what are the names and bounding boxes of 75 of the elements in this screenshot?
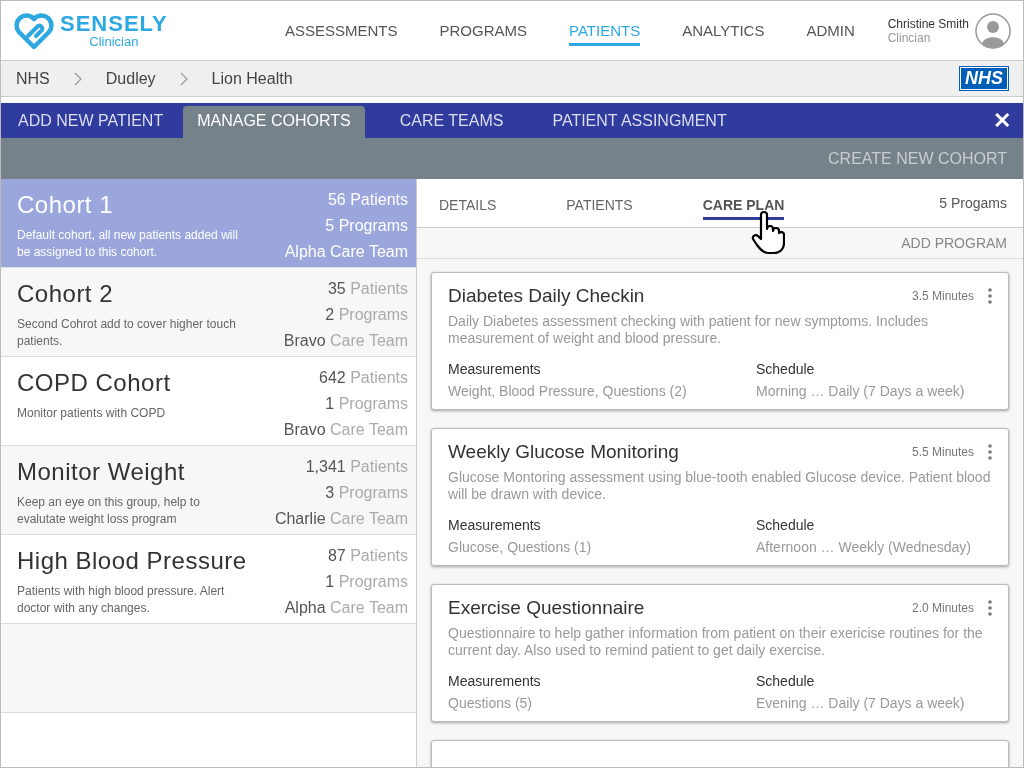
cohort-name: Cohort 2 — [17, 280, 115, 308]
more-options-icon[interactable] — [988, 600, 992, 616]
schedule-label: Schedule — [756, 517, 816, 533]
more-options-icon[interactable] — [988, 444, 992, 460]
program-description: Glucose Montoring assessment using blue-tooth enabled Glucose device. Patient blood will be drawn with device. — [448, 469, 992, 503]
measurements-label: Measurements — [448, 361, 542, 377]
patient-count: 56 Patients — [327, 190, 408, 210]
program-description: Questionnaire to help gather information from patient on their exericise routines for the current day. Also used to remind patient to get daily exercise. — [448, 625, 984, 659]
measurements-value: Weight, Blood Pressure, Questions (2) — [448, 383, 688, 399]
measurements-value: Questions (5) — [448, 695, 534, 711]
schedule-label: Schedule — [756, 673, 816, 689]
section-tab[interactable]: MANAGE COHORTS — [183, 106, 365, 138]
program-count: 5 Progams — [939, 195, 1007, 211]
more-options-icon[interactable] — [988, 288, 992, 304]
cohort-name: High Blood Pressure — [17, 547, 248, 575]
brand-subtitle: Clinician — [89, 34, 139, 49]
program-title: Weekly Glucose Monitoring — [448, 441, 679, 463]
detail-tab[interactable]: PATIENTS — [566, 192, 633, 220]
brand-name: SENSELY — [60, 12, 168, 35]
patient-count: 1,341 Patients — [305, 457, 408, 477]
program-count: 3 Programs — [325, 483, 408, 503]
program-duration: 5.5 Minutes — [911, 445, 974, 459]
care-team-name: Charlie Care Team — [274, 509, 408, 529]
program-duration: 2.0 Minutes — [911, 601, 974, 615]
schedule-value: Morning … Daily (7 Days a week) — [756, 383, 966, 399]
section-tab[interactable]: ADD NEW PATIENT — [4, 106, 178, 138]
chevron-right-icon — [179, 71, 188, 86]
patient-count: 642 Patients — [319, 368, 408, 388]
organization-badge: NHS — [960, 67, 1008, 90]
cohort-name: Cohort 1 — [17, 191, 115, 219]
avatar-icon[interactable] — [975, 12, 1011, 49]
schedule-value: Afternoon … Weekly (Wednesday) — [756, 539, 973, 555]
nav-link[interactable]: ADMIN — [806, 15, 855, 46]
program-count: 1 Programs — [325, 572, 408, 592]
detail-tab[interactable]: DETAILS — [439, 192, 497, 220]
measurements-label: Measurements — [448, 673, 542, 689]
breadcrumb-link[interactable]: NHS — [16, 69, 50, 88]
heart-logo-icon — [14, 10, 54, 51]
program-title: Diabetes Daily Checkin — [448, 285, 645, 307]
cohort-name: COPD Cohort — [17, 369, 172, 397]
breadcrumb-link[interactable]: Lion Health — [211, 69, 293, 88]
patient-count: 35 Patients — [327, 279, 408, 299]
program-count: 2 Programs — [325, 305, 408, 325]
cohort-description: Monitor patients with COPD — [17, 405, 167, 422]
cohort-name: Monitor Weight — [17, 458, 186, 486]
care-team-name: Alpha Care Team — [284, 598, 408, 618]
schedule-label: Schedule — [756, 361, 816, 377]
program-duration: 3.5 Minutes — [911, 289, 974, 303]
program-count: 5 Programs — [325, 216, 408, 236]
cohort-description: Second Cohrot add to cover higher touch patients. — [17, 316, 237, 350]
program-count: 1 Programs — [325, 394, 408, 414]
chevron-right-icon — [73, 71, 82, 86]
user-name: Christine Smith — [887, 16, 969, 31]
cohort-description: Default cohort, all new patients added will be assigned to this cohort. — [17, 227, 239, 261]
cohort-description: Patients with high blood pressure. Alert doctor with any changes. — [17, 583, 226, 617]
care-team-name: Bravo Care Team — [283, 420, 408, 440]
nav-link[interactable]: ANALYTICS — [682, 15, 765, 46]
cohort-list-item[interactable]: Cohort 2 Second Cohrot add to cover higher touch patients. 35 Patients 2 Programs Bravo Care Team — [1, 268, 416, 357]
close-button[interactable]: ✕ — [981, 107, 1023, 134]
section-tab[interactable]: PATIENT ASSINGMENT — [538, 106, 741, 138]
program-description: Daily Diabetes assessment checking with patient for new symptoms. Includes measurement of weight and blood pressure. — [448, 313, 930, 347]
care-team-name: Bravo Care Team — [283, 331, 408, 351]
breadcrumb-link[interactable]: Dudley — [105, 69, 156, 88]
measurements-value: Glucose, Questions (1) — [448, 539, 593, 555]
nav-link[interactable]: PROGRAMS — [439, 15, 528, 46]
program-title: Exercise Questionnaire — [448, 597, 645, 619]
measurements-label: Measurements — [448, 517, 542, 533]
care-team-name: Alpha Care Team — [284, 242, 408, 262]
section-tab[interactable]: CARE TEAMS — [385, 106, 518, 138]
nav-link[interactable]: ASSESSMENTS — [285, 15, 398, 46]
patient-count: 87 Patients — [327, 546, 408, 566]
schedule-value: Evening … Daily (7 Days a week) — [756, 695, 966, 711]
user-role: Clincian — [887, 30, 932, 45]
cohort-description: Keep an eye on this group, help to evalutate weight loss program — [17, 494, 201, 528]
cohort-list-item[interactable]: Monitor Weight Keep an eye on this group, help to evalutate weight loss program 1,341 Patients 3 Programs Charlie Care Team — [1, 446, 416, 535]
